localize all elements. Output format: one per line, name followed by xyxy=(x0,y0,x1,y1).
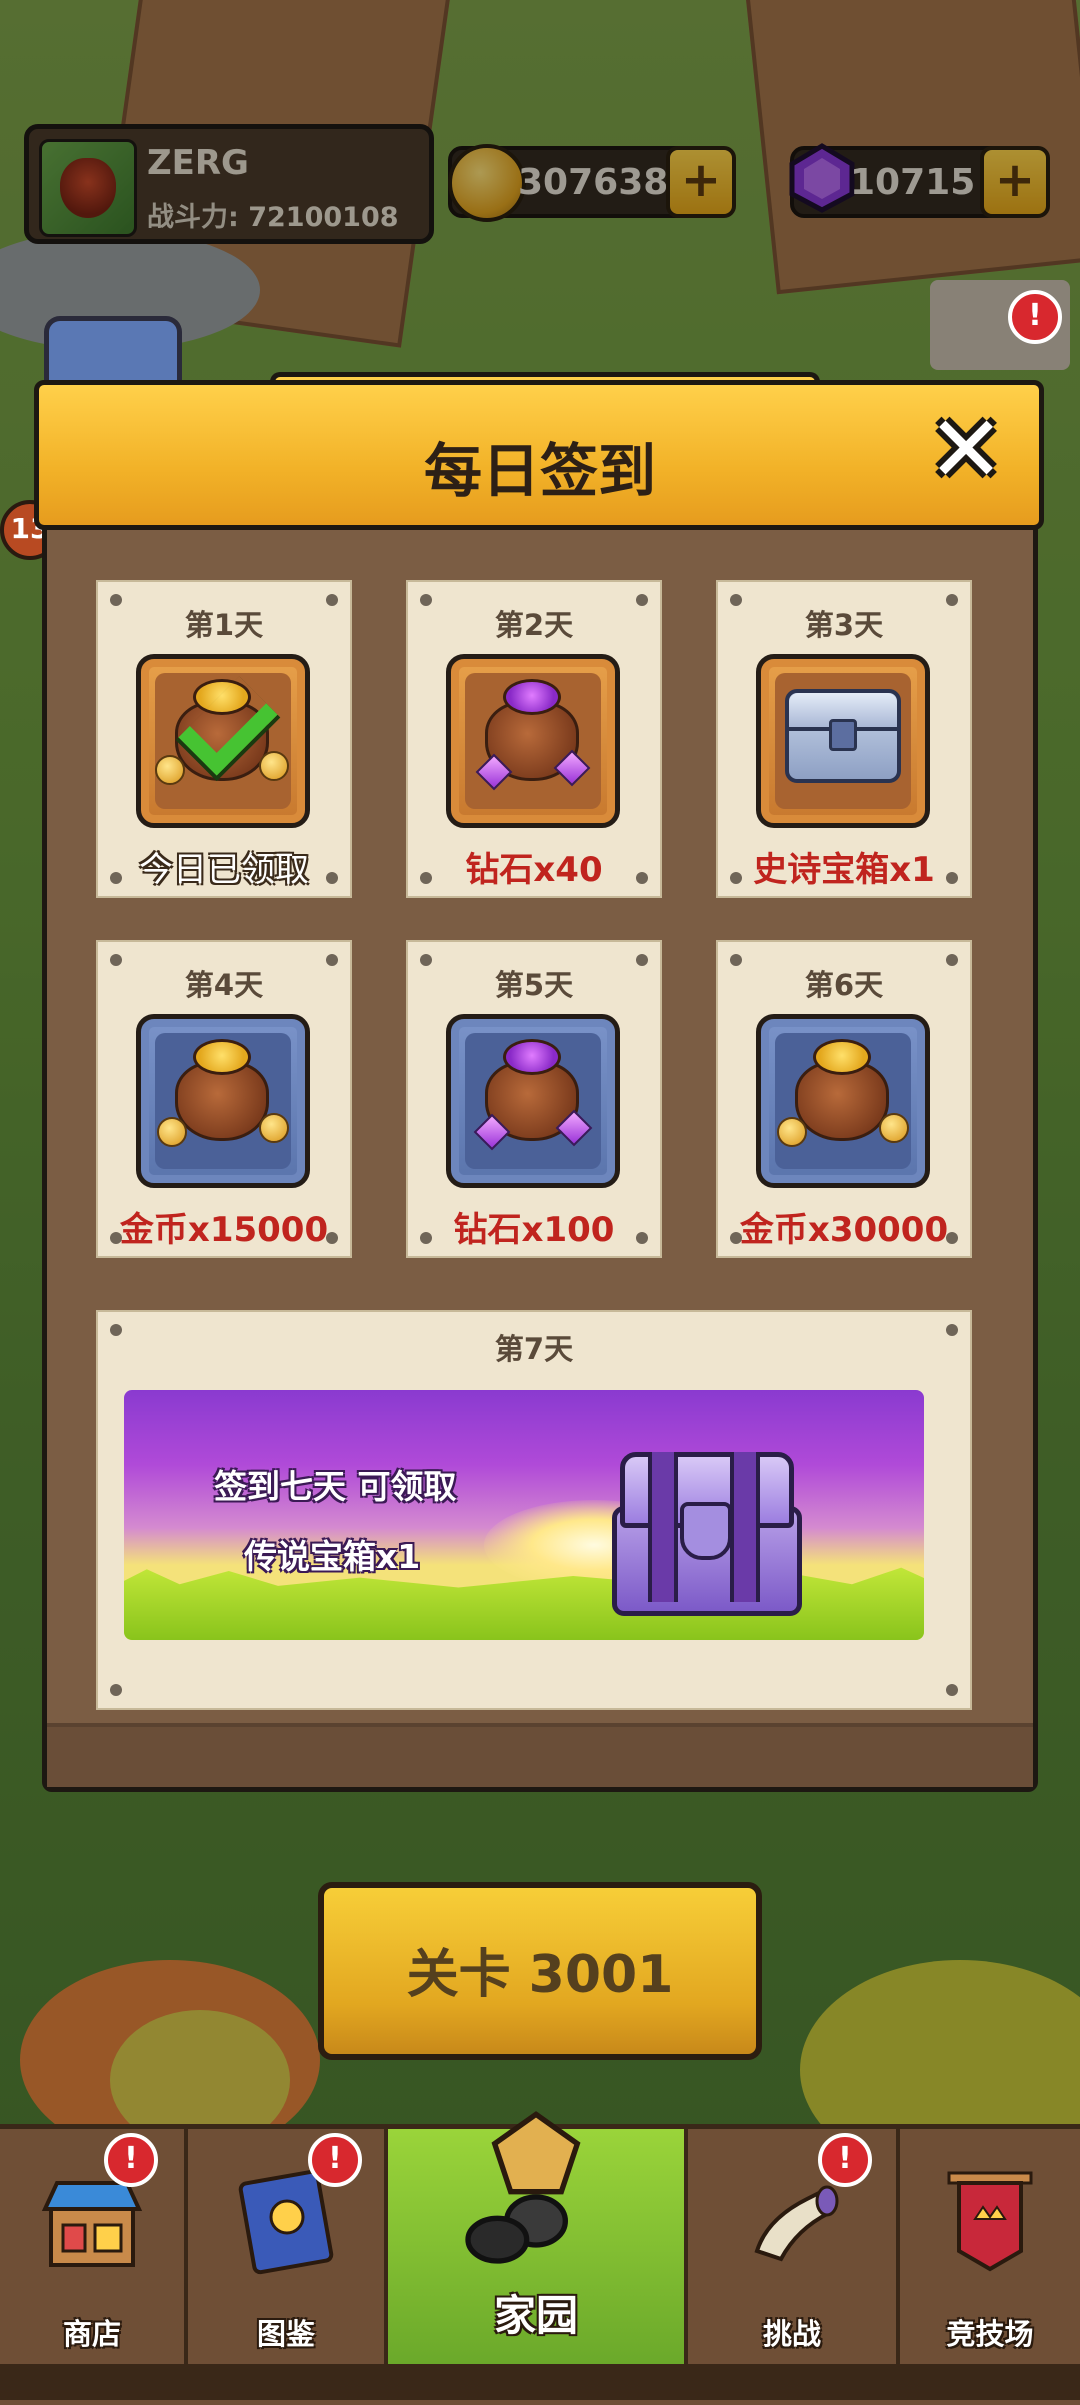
coin xyxy=(777,1117,807,1147)
gem-bag-icon xyxy=(446,1014,620,1188)
shield-emblem-icon xyxy=(680,1502,732,1560)
reward-label: 今日已领取 xyxy=(139,850,309,890)
bag-coins xyxy=(813,1039,871,1075)
chest-band xyxy=(648,1452,678,1602)
nav-challenge-label: 挑战 xyxy=(762,2317,821,2351)
day-card-6[interactable]: 第6天 金币x30000 xyxy=(716,940,972,1258)
day-label: 第7天 xyxy=(494,1332,574,1366)
legendary-chest-icon xyxy=(602,1446,802,1616)
day-card-2[interactable]: 第2天 钻石x40 xyxy=(406,580,662,898)
epic-chest-icon xyxy=(756,654,930,828)
day-card-7[interactable]: 第7天 签到七天 可领取 传说宝箱x1 xyxy=(96,1310,972,1710)
day-label: 第5天 xyxy=(494,968,574,1002)
reward-label: 钻石x40 xyxy=(465,850,603,890)
day7-reward-text: 传说宝箱x1 xyxy=(244,1537,421,1576)
bottom-nav: 商店 ! 图鉴 ! 家园 挑战 ! 竞技场 xyxy=(0,2111,1080,2405)
day-card-1[interactable]: 第1天 今日已领取 xyxy=(96,580,352,898)
day7-banner: 签到七天 可领取 传说宝箱x1 xyxy=(124,1390,924,1640)
chest-body xyxy=(785,689,901,783)
bag-coins xyxy=(193,1039,251,1075)
gold-bag-icon xyxy=(756,1014,930,1188)
coin xyxy=(155,755,185,785)
pin xyxy=(946,1684,958,1696)
nav-codex-label: 图鉴 xyxy=(256,2317,315,2351)
day-label: 第4天 xyxy=(184,968,264,1002)
gold-bag-icon xyxy=(136,1014,310,1188)
nav-arena-label: 竞技场 xyxy=(946,2317,1034,2351)
coin xyxy=(259,751,289,781)
day-label: 第2天 xyxy=(494,608,574,642)
nav-home[interactable]: 家园 xyxy=(388,2111,688,2369)
reward-label: 钻石x100 xyxy=(453,1210,615,1250)
nav-home-label: 家园 xyxy=(493,2291,578,2340)
bag-gems xyxy=(503,679,561,715)
nav-shop[interactable]: 商店 xyxy=(0,2129,188,2369)
task-alert-icon: ! xyxy=(1008,290,1062,344)
day-card-4[interactable]: 第4天 金币x15000 xyxy=(96,940,352,1258)
coin xyxy=(879,1113,909,1143)
shop-alert-icon: ! xyxy=(104,2133,158,2187)
bag-gems xyxy=(503,1039,561,1075)
day-card-5[interactable]: 第5天 钻石x100 xyxy=(406,940,662,1258)
nav-arena[interactable]: 竞技场 xyxy=(900,2129,1080,2369)
nav-shop-label: 商店 xyxy=(62,2317,121,2351)
gold-bag-icon xyxy=(136,654,310,828)
coin xyxy=(259,1113,289,1143)
home-ant-icon xyxy=(465,2111,581,2264)
gem-bag-icon xyxy=(446,654,620,828)
chest-band xyxy=(730,1452,760,1602)
dialog-title: 每日签到 xyxy=(423,437,656,505)
reward-label: 史诗宝箱x1 xyxy=(753,850,935,890)
day7-condition-text: 签到七天 可领取 xyxy=(214,1467,457,1506)
stage-button[interactable]: 关卡 3001 xyxy=(318,1882,762,2060)
stage-label: 关卡 3001 xyxy=(406,1945,674,2005)
chest-lock xyxy=(829,719,857,751)
day-label: 第1天 xyxy=(184,608,264,642)
coin xyxy=(157,1117,187,1147)
nav-bottom-strip xyxy=(0,2364,1080,2400)
arena-banner-icon xyxy=(947,2171,1033,2272)
day-card-3[interactable]: 第3天 史诗宝箱x1 xyxy=(716,580,972,898)
reward-label: 金币x15000 xyxy=(119,1210,329,1250)
close-button[interactable]: ✕ xyxy=(926,404,1006,496)
challenge-alert-icon: ! xyxy=(818,2133,872,2187)
day-label: 第6天 xyxy=(804,968,884,1002)
day-label: 第3天 xyxy=(804,608,884,642)
codex-alert-icon: ! xyxy=(308,2133,362,2187)
pin xyxy=(110,1684,122,1696)
dialog-footer xyxy=(47,1723,1033,1787)
reward-label: 金币x30000 xyxy=(739,1210,949,1250)
